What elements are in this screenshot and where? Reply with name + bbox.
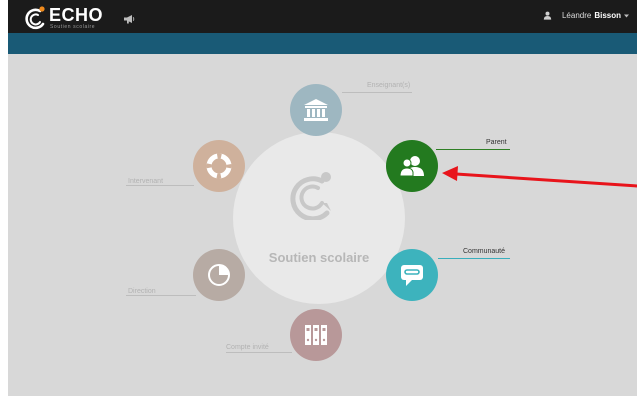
parent-button[interactable] xyxy=(386,140,438,192)
logo-subtitle: Soutien scolaire xyxy=(50,24,96,30)
communaute-button[interactable] xyxy=(386,249,438,301)
compte-invite-button[interactable] xyxy=(290,309,342,361)
intervenant-button[interactable] xyxy=(193,140,245,192)
chevron-down-icon xyxy=(624,14,629,17)
user-last-name: Bisson xyxy=(594,11,621,20)
lifebuoy-icon xyxy=(206,153,232,179)
chat-icon xyxy=(401,265,423,286)
people-icon xyxy=(399,156,424,177)
center-logo-icon xyxy=(290,172,331,220)
direction-label: Direction xyxy=(128,288,156,295)
communaute-line xyxy=(438,258,510,259)
secondary-bar xyxy=(8,33,637,54)
center-hub: Soutien scolaire xyxy=(233,132,405,304)
logo-text: ECHO xyxy=(49,5,104,25)
intervenant-label: Intervenant xyxy=(128,178,164,185)
direction-button[interactable] xyxy=(193,249,245,301)
top-navbar: ECHO Soutien scolaire Léandre Bisson xyxy=(8,0,637,33)
institution-icon xyxy=(304,99,328,121)
user-menu[interactable]: Léandre Bisson xyxy=(543,11,629,20)
hub-area: Soutien scolaire Enseignant(s) Parent Co… xyxy=(8,54,637,396)
enseignants-label: Enseignant(s) xyxy=(367,82,411,89)
communaute-label: Communauté xyxy=(463,248,506,255)
enseignants-line xyxy=(342,92,412,93)
user-first-name: Léandre xyxy=(561,11,592,20)
compte-invite-line xyxy=(226,352,292,353)
center-label: Soutien scolaire xyxy=(268,250,370,265)
echo-logo[interactable]: ECHO Soutien scolaire xyxy=(23,4,103,30)
user-icon xyxy=(543,11,552,20)
logo-c-icon xyxy=(25,6,45,30)
parent-label: Parent xyxy=(486,139,507,146)
compte-invite-label: Compte invité xyxy=(226,344,269,351)
megaphone-icon[interactable] xyxy=(123,11,135,29)
parent-line xyxy=(436,149,510,150)
direction-line xyxy=(126,295,196,296)
pie-icon xyxy=(208,264,230,286)
intervenant-line xyxy=(126,185,194,186)
binders-icon xyxy=(305,325,327,345)
enseignants-button[interactable] xyxy=(290,84,342,136)
